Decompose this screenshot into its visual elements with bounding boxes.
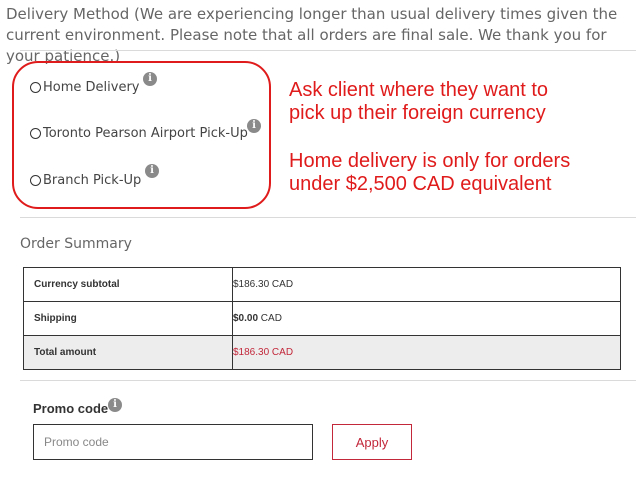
table-row: Shipping $0.00 CAD	[23, 301, 621, 336]
order-summary-table: Currency subtotal $186.30 CAD Shipping $…	[23, 267, 621, 370]
apply-button[interactable]: Apply	[332, 424, 412, 460]
table-row: Currency subtotal $186.30 CAD	[23, 267, 621, 302]
row-value: $0.00 CAD	[232, 301, 621, 336]
promo-code-input[interactable]	[33, 424, 313, 460]
info-icon[interactable]: i	[108, 398, 122, 412]
shipping-unit: CAD	[258, 313, 282, 324]
row-label: Currency subtotal	[23, 267, 233, 302]
promo-label-text: Promo code	[33, 401, 109, 416]
annotation-line: pick up their foreign currency	[289, 102, 546, 124]
annotation-line: Home delivery is only for orders	[289, 150, 571, 172]
row-label: Total amount	[23, 335, 233, 370]
promo-code-label: Promo code	[33, 401, 108, 416]
row-value: $186.30 CAD	[232, 335, 621, 370]
annotation-line: Ask client where they want to	[289, 79, 549, 101]
row-label: Shipping	[23, 301, 233, 336]
delivery-method-heading: Delivery Method (We are experiencing lon…	[6, 5, 618, 65]
annotation-line: under $2,500 CAD equivalent	[289, 173, 552, 195]
annotation-oval	[12, 61, 271, 209]
table-row: Total amount $186.30 CAD	[23, 335, 621, 370]
order-summary-heading: Order Summary	[20, 236, 132, 252]
divider	[20, 50, 636, 51]
row-value: $186.30 CAD	[232, 267, 621, 302]
shipping-amount: $0.00	[233, 313, 259, 324]
divider	[20, 217, 636, 218]
divider	[20, 380, 636, 381]
